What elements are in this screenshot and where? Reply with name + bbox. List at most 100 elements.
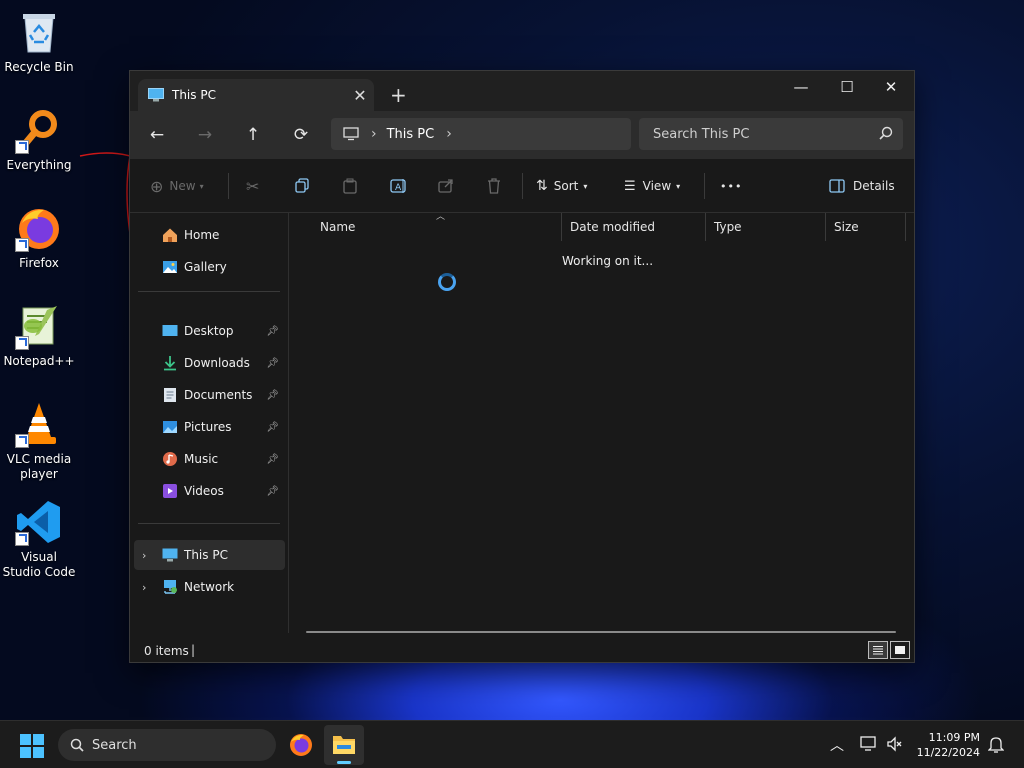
everything-search-icon [15,106,63,154]
taskbar-firefox-icon[interactable] [289,733,313,760]
column-header-type[interactable]: Type [706,213,826,241]
breadcrumb-item[interactable]: This PC [387,127,435,142]
sidebar-item-network[interactable]: › Network [134,572,285,602]
sidebar-item-videos[interactable]: Videos 📌︎ [134,476,285,506]
new-button[interactable]: ⊕ New ▾ [150,175,204,197]
desktop-icon-vscode[interactable]: Visual Studio Code [2,498,76,580]
delete-icon[interactable] [486,175,502,197]
address-bar[interactable]: › This PC › [331,118,631,150]
pin-icon[interactable]: 📌︎ [266,358,279,369]
pin-icon[interactable]: 📌︎ [266,422,279,433]
search-input[interactable]: Search This PC [639,118,903,150]
tab-this-pc[interactable]: This PC ✕ [138,79,374,111]
file-list-pane[interactable]: ︿ Name Date modified Type Size Working o… [290,212,915,633]
title-bar[interactable]: This PC ✕ + — ☐ ✕ [130,71,914,111]
taskbar-file-explorer-button[interactable] [324,725,364,765]
active-indicator [337,761,351,764]
share-icon[interactable] [438,175,454,197]
toolbar-divider [704,173,705,199]
sidebar-item-desktop[interactable]: Desktop 📌︎ [134,316,285,346]
minimize-button[interactable]: — [778,71,824,103]
sidebar-item-documents[interactable]: Documents 📌︎ [134,380,285,410]
sort-icon: ⇅ [536,178,548,194]
taskbar: Search ︿ 11:09 PM 11/22/2024 [0,720,1024,768]
details-label: Details [853,179,895,193]
desktop-icon-label: Firefox [19,256,59,270]
sidebar-item-label: Downloads [184,356,250,370]
sidebar-item-label: Music [184,452,219,466]
desktop-icon-notepadpp[interactable]: Notepad++ [2,302,76,369]
recycle-bin-icon [15,8,63,56]
clock-time: 11:09 PM [928,731,980,744]
sidebar-item-pictures[interactable]: Pictures 📌︎ [134,412,285,442]
large-icons-view-toggle-icon[interactable] [890,641,910,659]
column-header-date-modified[interactable]: Date modified [562,213,706,241]
rename-icon[interactable]: A [390,175,408,197]
paste-icon[interactable] [342,175,358,197]
desktop-icon-recycle-bin[interactable]: Recycle Bin [2,8,76,75]
desktop-icon-everything[interactable]: Everything [2,106,76,173]
chevron-down-icon: ▾ [199,181,204,191]
cut-icon[interactable]: ✂ [246,175,259,197]
taskbar-search-label: Search [92,737,137,753]
horizontal-scrollbar[interactable] [306,631,896,633]
pin-icon[interactable]: 📌︎ [266,486,279,497]
sidebar-item-this-pc[interactable]: › This PC [134,540,285,570]
details-view-toggle-icon[interactable] [868,641,888,659]
clock-date: 11/22/2024 [916,746,980,759]
sort-button[interactable]: ⇅ Sort ▾ [536,175,587,197]
expand-chevron-icon[interactable]: › [142,581,146,594]
more-options-button[interactable]: ••• [720,175,742,197]
navigation-bar: ← → ↑ ⟳ › This PC › Search This PC [130,111,914,159]
forward-arrow-icon[interactable]: → [193,123,217,147]
details-pane-button[interactable]: Details [829,175,895,197]
tab-close-button[interactable]: ✕ [346,86,374,105]
windows-start-icon[interactable] [20,734,44,761]
search-icon [879,126,893,140]
expand-chevron-icon[interactable]: › [142,549,146,562]
desktop-icon-label: VLC media player [6,452,72,481]
sort-label: Sort [553,179,579,193]
details-pane-icon [829,179,845,193]
new-label: New [169,179,196,193]
sidebar-item-label: Gallery [184,260,227,274]
desktop-icon-label: Notepad++ [3,354,75,368]
breadcrumb-chevron-icon[interactable]: › [446,126,452,142]
close-window-button[interactable]: ✕ [868,71,914,103]
desktop-icon-label: Visual Studio Code [2,550,76,579]
new-tab-button[interactable]: + [390,83,407,107]
clock[interactable]: 11:09 PM 11/22/2024 [917,730,980,760]
sidebar-item-label: Videos [184,484,224,498]
tray-overflow-chevron-icon[interactable]: ︿ [830,735,844,755]
file-explorer-window[interactable]: This PC ✕ + — ☐ ✕ ← → ↑ ⟳ › This PC › Se… [129,70,915,663]
sidebar-item-downloads[interactable]: Downloads 📌︎ [134,348,285,378]
notepadpp-icon [15,302,63,350]
sidebar-item-gallery[interactable]: Gallery [134,252,285,282]
back-arrow-icon[interactable]: ← [145,123,169,147]
sidebar-item-music[interactable]: Music 📌︎ [134,444,285,474]
monitor-icon [148,88,164,102]
maximize-button[interactable]: ☐ [824,71,870,103]
column-header-label: Date modified [570,220,656,234]
taskbar-search-box[interactable]: Search [58,729,276,761]
desktop-icon-firefox[interactable]: Firefox [2,204,76,271]
view-button[interactable]: ☰ View ▾ [624,175,680,197]
sidebar-item-home[interactable]: Home [134,220,285,250]
breadcrumb-chevron-icon[interactable]: › [371,126,377,142]
refresh-icon[interactable]: ⟳ [289,123,313,147]
column-header-name[interactable]: Name [312,213,562,241]
pin-icon[interactable]: 📌︎ [266,390,279,401]
column-header-size[interactable]: Size [826,213,906,241]
desktop-icon-vlc[interactable]: VLC media player [2,400,76,482]
copy-icon[interactable] [294,175,310,197]
notification-bell-icon[interactable] [987,736,1005,757]
download-arrow-icon [162,355,178,371]
up-arrow-icon[interactable]: ↑ [241,123,265,147]
pictures-icon [162,419,178,435]
loading-message: Working on it... [562,254,654,268]
volume-muted-icon[interactable] [886,735,904,756]
pin-icon[interactable]: 📌︎ [266,326,279,337]
pin-icon[interactable]: 📌︎ [266,454,279,465]
network-status-icon[interactable] [860,735,878,756]
document-icon [162,387,178,403]
